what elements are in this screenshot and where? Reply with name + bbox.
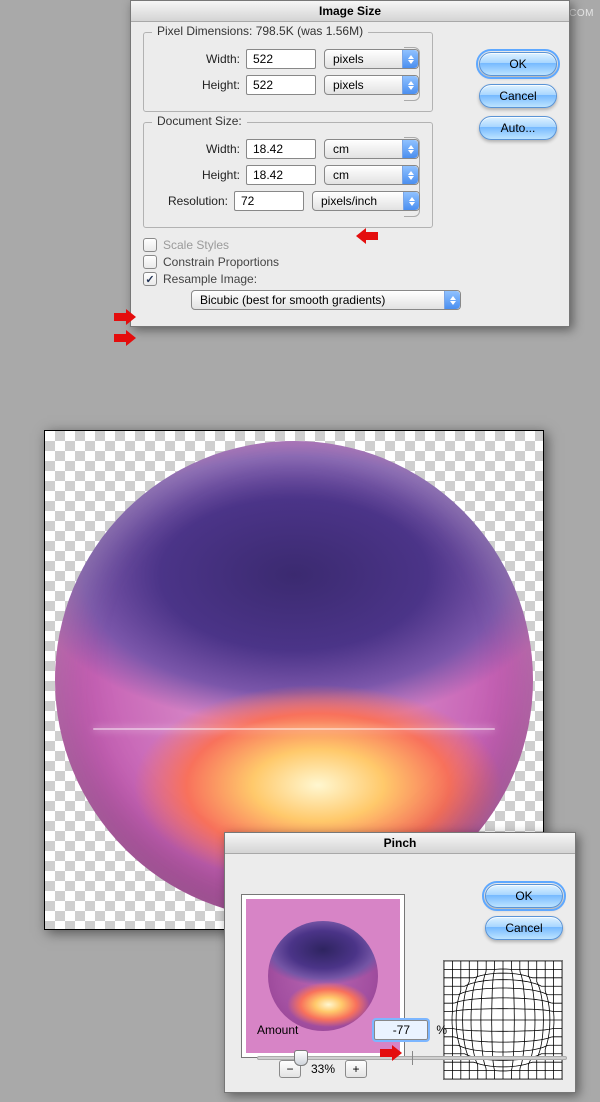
chevron-up-down-icon [403, 192, 419, 210]
chevron-up-down-icon [402, 166, 418, 184]
px-width-input[interactable] [246, 49, 316, 69]
pinch-title: Pinch [225, 833, 575, 854]
resample-label: Resample Image: [163, 272, 257, 286]
ok-button[interactable]: OK [485, 884, 563, 908]
constrain-proportions-check[interactable]: Constrain Proportions [143, 255, 557, 269]
scale-styles-check: Scale Styles [143, 238, 557, 252]
amount-input[interactable] [374, 1020, 428, 1040]
doc-height-unit-select[interactable]: cm [324, 165, 419, 185]
px-height-input[interactable] [246, 75, 316, 95]
chevron-up-down-icon [444, 291, 460, 309]
doc-height-input[interactable] [246, 165, 316, 185]
checkbox-icon [143, 238, 157, 252]
px-width-unit-select[interactable]: pixels [324, 49, 419, 69]
slider-tick [412, 1051, 413, 1065]
doc-res-input[interactable] [234, 191, 304, 211]
document-size-legend: Document Size: [152, 114, 247, 128]
orb-image [268, 921, 378, 1031]
px-width-label: Width: [156, 52, 240, 66]
checkbox-icon [143, 255, 157, 269]
scale-styles-label: Scale Styles [163, 238, 229, 252]
px-height-label: Height: [156, 78, 240, 92]
amount-slider[interactable] [257, 1048, 567, 1068]
cancel-button[interactable]: Cancel [479, 84, 557, 108]
pinch-dialog: Pinch OK Cancel − 33% + Amount % [224, 832, 576, 1093]
amount-label: Amount [257, 1023, 298, 1037]
ok-button[interactable]: OK [479, 52, 557, 76]
chevron-up-down-icon [402, 76, 418, 94]
doc-width-label: Width: [156, 142, 240, 156]
chevron-up-down-icon [402, 140, 418, 158]
doc-height-label: Height: [156, 168, 240, 182]
doc-res-unit-select[interactable]: pixels/inch [312, 191, 420, 211]
red-arrow-annot [114, 331, 136, 345]
image-size-dialog: Image Size OK Cancel Auto... Pixel Dimen… [130, 0, 570, 327]
pixel-dimensions-legend: Pixel Dimensions: 798.5K (was 1.56M) [152, 24, 368, 38]
chevron-up-down-icon [402, 50, 418, 68]
auto-button[interactable]: Auto... [479, 116, 557, 140]
checkbox-icon [143, 272, 157, 286]
image-size-title: Image Size [131, 1, 569, 22]
percent-label: % [436, 1023, 447, 1037]
doc-width-unit-select[interactable]: cm [324, 139, 419, 159]
constrain-label: Constrain Proportions [163, 255, 279, 269]
cancel-button[interactable]: Cancel [485, 916, 563, 940]
resample-image-check[interactable]: Resample Image: [143, 272, 557, 286]
slider-thumb[interactable] [294, 1050, 308, 1066]
interpolation-select[interactable]: Bicubic (best for smooth gradients) [191, 290, 461, 310]
doc-res-label: Resolution: [156, 194, 228, 208]
doc-width-input[interactable] [246, 139, 316, 159]
px-height-unit-select[interactable]: pixels [324, 75, 419, 95]
